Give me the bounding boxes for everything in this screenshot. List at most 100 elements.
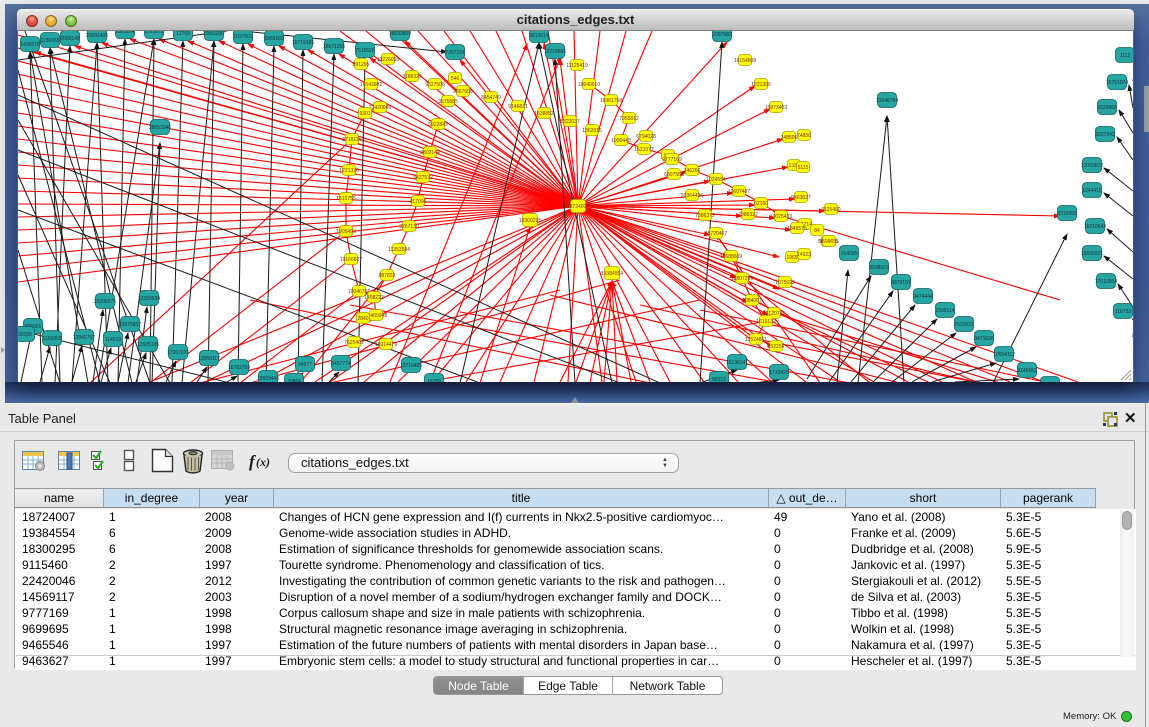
svg-text:12359934: 12359934: [138, 296, 160, 302]
svg-text:9115460: 9115460: [821, 207, 840, 213]
svg-text:20864: 20864: [287, 379, 301, 382]
svg-text:10607487: 10607487: [728, 189, 750, 195]
svg-text:1221336: 1221336: [339, 168, 359, 174]
svg-text:20364436: 20364436: [681, 193, 703, 199]
svg-text:7386322: 7386322: [738, 212, 758, 218]
svg-text:1881164: 1881164: [115, 31, 134, 35]
svg-text:5922843: 5922843: [428, 122, 448, 128]
svg-text:15136141: 15136141: [726, 360, 748, 366]
svg-text:16914479: 16914479: [375, 342, 397, 348]
svg-text:9699695: 9699695: [819, 239, 839, 245]
svg-text:9329966: 9329966: [1097, 105, 1117, 111]
svg-text:1362615: 1362615: [582, 128, 602, 134]
svg-text:10025433: 10025433: [770, 214, 792, 220]
svg-text:13524861: 13524861: [745, 337, 767, 343]
svg-text:746266: 746266: [684, 168, 701, 174]
svg-text:(x): (x): [256, 455, 270, 469]
svg-text:13716485: 13716485: [400, 363, 422, 369]
svg-text:3267130: 3267130: [399, 224, 419, 230]
svg-text:9327508: 9327508: [425, 82, 445, 88]
svg-text:6879197: 6879197: [891, 280, 911, 286]
svg-text:114519: 114519: [105, 337, 122, 343]
svg-text:546: 546: [451, 76, 460, 82]
svg-text:12942757: 12942757: [73, 335, 95, 341]
svg-text:13958117: 13958117: [198, 356, 220, 362]
svg-text:14923: 14923: [797, 252, 811, 258]
svg-text:16759: 16759: [427, 379, 441, 382]
svg-text:10973403: 10973403: [765, 105, 787, 111]
svg-text:16154808: 16154808: [734, 58, 756, 64]
svg-text:7625402: 7625402: [344, 340, 364, 346]
svg-text:9146821: 9146821: [508, 104, 528, 110]
svg-text:1156859: 1156859: [42, 336, 61, 342]
svg-text:1196065: 1196065: [40, 38, 59, 44]
svg-text:8471626: 8471626: [974, 336, 994, 342]
svg-text:8938923: 8938923: [869, 265, 889, 271]
svg-text:18807299: 18807299: [731, 276, 753, 282]
svg-text:11353584: 11353584: [388, 247, 410, 253]
svg-text:748506: 748506: [781, 135, 798, 141]
svg-text:1405578: 1405578: [20, 42, 40, 48]
svg-text:74850: 74850: [797, 133, 811, 139]
svg-text:1024554: 1024554: [706, 177, 726, 183]
svg-text:19384554: 19384554: [601, 271, 623, 277]
svg-text:8454749: 8454749: [481, 95, 501, 101]
svg-text:9474444: 9474444: [913, 294, 933, 300]
svg-text:1733426: 1733426: [769, 370, 789, 376]
svg-text:13226058: 13226058: [377, 57, 399, 63]
svg-text:1905493: 1905493: [336, 229, 356, 235]
svg-text:6897568: 6897568: [664, 172, 684, 178]
svg-text:9227342: 9227342: [1095, 132, 1115, 138]
svg-text:1538852: 1538852: [534, 111, 554, 117]
svg-text:1610755: 1610755: [336, 196, 356, 202]
svg-text:9245652: 9245652: [1017, 368, 1037, 374]
svg-text:2935114: 2935114: [935, 308, 954, 314]
svg-text:917006: 917006: [410, 199, 427, 205]
svg-text:62160: 62160: [754, 201, 768, 207]
svg-text:3675685: 3675685: [438, 99, 458, 105]
svg-text:8322037: 8322037: [560, 119, 580, 125]
svg-text:17957225: 17957225: [167, 350, 189, 356]
svg-text:6966160: 6966160: [264, 36, 284, 42]
svg-text:12769: 12769: [176, 31, 190, 37]
svg-text:9463627: 9463627: [791, 195, 811, 201]
svg-text:22420046: 22420046: [369, 105, 391, 111]
svg-text:15692921: 15692921: [1081, 251, 1103, 257]
svg-text:7515526: 7515526: [355, 48, 375, 54]
svg-text:1527602: 1527602: [233, 34, 253, 40]
svg-text:39155: 39155: [18, 332, 32, 338]
svg-text:18640910: 18640910: [578, 82, 600, 88]
svg-text:1849575: 1849575: [787, 226, 807, 232]
svg-text:8575872: 8575872: [144, 31, 164, 35]
svg-text:10688609: 10688609: [720, 254, 742, 260]
svg-text:19166827: 19166827: [340, 257, 362, 263]
svg-text:7955812: 7955812: [619, 116, 639, 122]
svg-text:8215955: 8215955: [1057, 211, 1077, 217]
svg-text:28053346: 28053346: [149, 125, 171, 131]
svg-text:10975857: 10975857: [119, 322, 141, 328]
svg-text:2087682: 2087682: [712, 32, 732, 38]
svg-text:2840: 2840: [357, 316, 368, 322]
svg-text:11125419: 11125419: [566, 63, 588, 69]
svg-text:15720407: 15720407: [705, 231, 727, 237]
svg-text:16543982: 16543982: [360, 82, 382, 88]
svg-text:16671355: 16671355: [323, 44, 345, 50]
svg-text:1221396: 1221396: [751, 82, 771, 88]
svg-text:84: 84: [814, 228, 820, 234]
svg-text:2803144: 2803144: [420, 150, 440, 156]
svg-text:8813014: 8813014: [529, 33, 549, 39]
svg-text:2718126: 2718126: [342, 137, 362, 143]
svg-text:12218506: 12218506: [544, 49, 566, 55]
svg-text:7357224: 7357224: [445, 50, 465, 56]
svg-text:887833: 887833: [379, 273, 396, 279]
svg-text:16033809: 16033809: [389, 31, 411, 37]
svg-text:1990448: 1990448: [611, 138, 631, 144]
svg-text:10654112: 10654112: [993, 352, 1015, 358]
svg-text:116753: 116753: [1115, 309, 1132, 315]
svg-text:16210643: 16210643: [1084, 224, 1106, 230]
svg-text:94577: 94577: [298, 362, 312, 368]
svg-text:8427532: 8427532: [413, 175, 433, 181]
svg-text:9457774: 9457774: [331, 361, 351, 367]
svg-text:3186323: 3186323: [402, 74, 422, 80]
svg-text:10653287: 10653287: [203, 31, 225, 37]
